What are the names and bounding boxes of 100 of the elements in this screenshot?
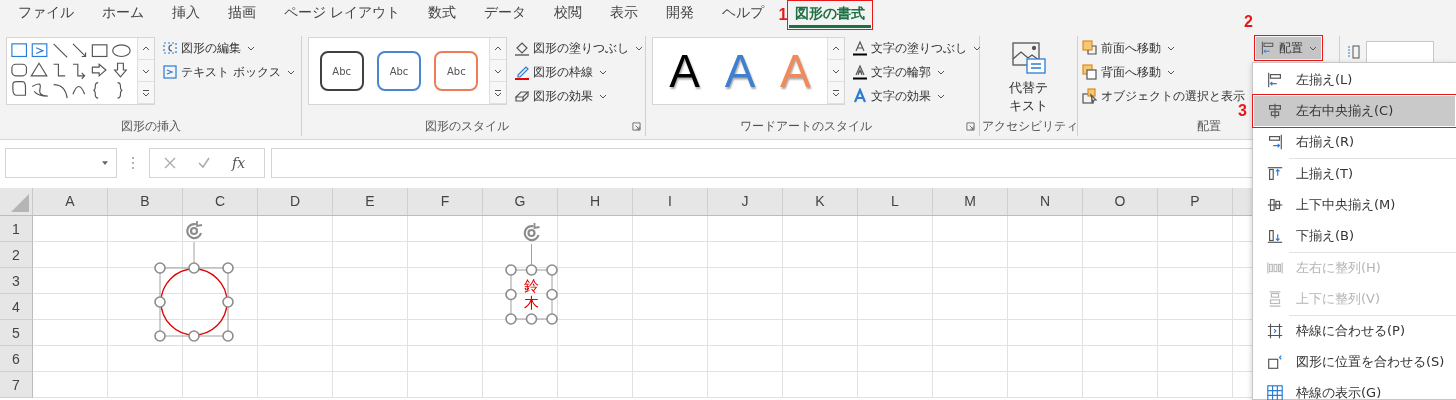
- column-header[interactable]: M: [933, 188, 1008, 215]
- shape-style-swatch[interactable]: Abc: [319, 51, 364, 91]
- grid-icon: [1266, 384, 1284, 400]
- column-header[interactable]: H: [558, 188, 633, 215]
- column-header[interactable]: A: [33, 188, 108, 215]
- row-header[interactable]: 1: [0, 216, 33, 242]
- menu-item[interactable]: 下揃え(B): [1254, 221, 1455, 251]
- menu-item[interactable]: 左右中央揃え(C): [1254, 96, 1455, 126]
- arrange-button[interactable]: 配置: [1256, 37, 1321, 59]
- ribbon-button[interactable]: 図形の枠線: [512, 61, 645, 83]
- check-icon[interactable]: [198, 157, 210, 169]
- ribbon-button[interactable]: 文字の塗りつぶし: [850, 37, 983, 59]
- ribbon-button[interactable]: 図形の塗りつぶし: [512, 37, 645, 59]
- ribbon-tab[interactable]: 校閲: [540, 1, 597, 29]
- shape-text[interactable]: 鈴木: [524, 278, 539, 311]
- column-header[interactable]: C: [183, 188, 258, 215]
- height-field[interactable]: [1366, 41, 1434, 63]
- column-header[interactable]: L: [858, 188, 933, 215]
- ribbon-tab[interactable]: ファイル: [4, 1, 88, 29]
- menu-item[interactable]: 図形に位置を合わせる(S): [1254, 347, 1455, 377]
- shape-style-swatch[interactable]: Abc: [377, 51, 421, 91]
- ribbon-button[interactable]: 文字の輪郭: [850, 61, 983, 83]
- ribbon-tab[interactable]: 数式: [414, 1, 471, 29]
- column-header[interactable]: G: [483, 188, 558, 215]
- ribbon-tab[interactable]: データ: [470, 1, 541, 29]
- text-fill-icon: [852, 40, 868, 56]
- ribbon-button[interactable]: テキスト ボックス: [160, 61, 297, 83]
- snap-to-grid-icon: [1266, 322, 1284, 340]
- column-header[interactable]: O: [1083, 188, 1158, 215]
- menu-item[interactable]: 上揃え(T): [1254, 159, 1455, 189]
- selection-pane-icon: [1082, 88, 1098, 104]
- caret-icon: [635, 45, 643, 51]
- column-header[interactable]: B: [108, 188, 183, 215]
- caret-icon: [1167, 69, 1175, 75]
- menu-item[interactable]: 右揃え(R): [1254, 127, 1455, 157]
- ribbon-button[interactable]: 図形の編集: [160, 37, 297, 59]
- caret-icon: [937, 93, 945, 99]
- ribbon-tab[interactable]: 描画: [214, 1, 270, 29]
- ribbon-tab[interactable]: ヘルプ: [708, 1, 779, 29]
- ribbon-tab[interactable]: ホーム: [88, 1, 158, 29]
- ribbon-tab[interactable]: ページ レイアウト: [270, 1, 415, 29]
- column-header[interactable]: K: [783, 188, 858, 215]
- row-header[interactable]: 7: [0, 372, 33, 398]
- column-header[interactable]: P: [1158, 188, 1233, 215]
- text-box-icon: [162, 64, 178, 80]
- align-top-icon: [1266, 165, 1284, 183]
- cancel-icon[interactable]: [164, 157, 176, 169]
- align-left-icon: [1266, 71, 1284, 89]
- grip-icon: [131, 156, 135, 170]
- alt-text-button[interactable]: 代替テキスト: [1009, 37, 1048, 115]
- column-header[interactable]: D: [258, 188, 333, 215]
- pen-icon: [514, 64, 530, 80]
- column-header[interactable]: E: [333, 188, 408, 215]
- selection-handles[interactable]: [505, 264, 558, 325]
- menu-item[interactable]: 左揃え(L): [1254, 65, 1455, 95]
- text-outline-icon: [852, 64, 868, 80]
- more-icon: [831, 88, 841, 97]
- ribbon-tab[interactable]: 挿入: [158, 1, 214, 29]
- send-backward-icon: [1082, 64, 1098, 80]
- menu-item[interactable]: 枠線に合わせる(P): [1254, 316, 1455, 346]
- menu-item[interactable]: 上下中央揃え(M): [1254, 190, 1455, 220]
- chevron-up-icon: [831, 44, 841, 53]
- caret-icon: [1167, 45, 1175, 51]
- shape-style-swatch[interactable]: Abc: [434, 51, 479, 91]
- caret-icon: [247, 45, 255, 51]
- column-header[interactable]: J: [708, 188, 783, 215]
- group-label: ワードアートのスタイル: [738, 118, 873, 135]
- menu-item[interactable]: 枠線の表示(G): [1254, 378, 1455, 400]
- selection-handles[interactable]: [154, 262, 234, 342]
- ribbon-tab[interactable]: 表示: [596, 1, 653, 29]
- dialog-launcher-icon[interactable]: [966, 122, 975, 131]
- rotate-handle-icon[interactable]: [186, 220, 203, 240]
- ribbon-button[interactable]: 文字の効果: [850, 85, 983, 107]
- row-header[interactable]: 3: [0, 268, 33, 294]
- name-box[interactable]: [5, 148, 117, 178]
- caret-icon: [286, 69, 295, 75]
- rotate-handle-icon[interactable]: [523, 222, 541, 242]
- column-header[interactable]: F: [408, 188, 483, 215]
- ribbon-button[interactable]: 図形の効果: [512, 85, 645, 107]
- column-header[interactable]: N: [1008, 188, 1083, 215]
- ribbon-button[interactable]: 前面へ移動: [1080, 37, 1247, 59]
- caret-icon: [599, 69, 607, 75]
- group-label: 図形の挿入: [119, 118, 182, 135]
- align-center-icon: [1266, 102, 1284, 120]
- row-header[interactable]: 4: [0, 294, 33, 320]
- caret-icon: [1309, 45, 1317, 51]
- ribbon-tab[interactable]: 開発: [652, 1, 709, 29]
- bring-forward-icon: [1082, 40, 1098, 56]
- circle-shape[interactable]: [160, 268, 228, 336]
- row-header[interactable]: 6: [0, 346, 33, 372]
- column-header[interactable]: I: [633, 188, 708, 215]
- ribbon-button[interactable]: 背面へ移動: [1080, 61, 1247, 83]
- selection-frame: [510, 269, 553, 320]
- row-header[interactable]: 2: [0, 242, 33, 268]
- insert-function-button[interactable]: fx: [232, 155, 246, 171]
- shape-effects-icon: [514, 88, 530, 104]
- dialog-launcher-icon[interactable]: [632, 122, 641, 131]
- group-label: 図形のスタイル: [423, 118, 510, 135]
- align-right-icon: [1266, 133, 1284, 151]
- row-header[interactable]: 5: [0, 320, 33, 346]
